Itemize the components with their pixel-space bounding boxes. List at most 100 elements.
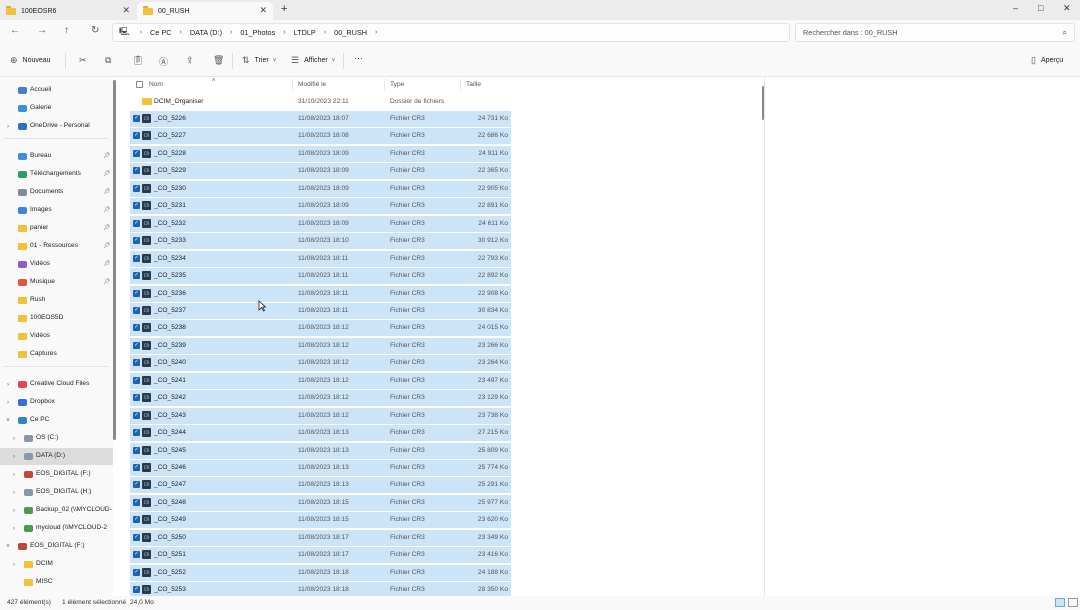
close-icon[interactable]: ✕ — [122, 5, 130, 16]
column-divider[interactable] — [292, 79, 293, 91]
table-row[interactable]: ✓ CR _CO_5239 11/08/2023 18:12 Fichier CR3 23… — [130, 337, 511, 354]
delete-button[interactable]: 🗑︎ — [213, 55, 229, 66]
close-icon[interactable]: ✕ — [259, 5, 267, 16]
checkbox[interactable]: ✓ — [133, 586, 140, 594]
search-input[interactable]: Rechercher dans : 00_RUSH ⌕ — [795, 23, 1075, 42]
checkbox[interactable]: ✓ — [133, 254, 140, 262]
checkbox[interactable]: ✓ — [133, 498, 140, 506]
tab-00-rush[interactable]: 00_RUSH ✕ — [137, 2, 273, 20]
checkbox[interactable]: ✓ — [133, 359, 140, 367]
checkbox[interactable]: ✓ — [133, 324, 140, 332]
table-row[interactable]: ✓ CR _CO_5232 11/08/2023 18:09 Fichier CR3 24… — [130, 215, 511, 232]
table-row[interactable]: ✓ CR _CO_5236 11/08/2023 18:11 Fichier CR3 22… — [130, 285, 511, 302]
address-bar[interactable]: 🖳 › Ce PC › DATA (D:) › 01_Photos › LTDL… — [112, 23, 790, 42]
sidebar-item[interactable]: › DATA (D:) — [0, 448, 113, 465]
new-button[interactable]: ⊕ Nouveau — [10, 55, 51, 66]
checkbox[interactable]: ✓ — [133, 376, 140, 384]
chevron-right-icon[interactable]: › — [4, 400, 12, 406]
table-row[interactable]: ✓ CR _CO_5231 11/08/2023 18:09 Fichier CR3 22… — [130, 198, 511, 215]
table-row[interactable]: ✓ CR _CO_5242 11/08/2023 18:12 Fichier CR3 23… — [130, 390, 511, 407]
table-row[interactable]: ✓ CR _CO_5249 11/08/2023 18:15 Fichier CR3 23… — [130, 512, 511, 529]
sort-button[interactable]: ⇅ Trier ˅ — [242, 55, 276, 66]
table-row[interactable]: ✓ CR _CO_5244 11/08/2023 18:13 Fichier CR3 27… — [130, 425, 511, 442]
checkbox[interactable]: ✓ — [133, 237, 140, 245]
table-row[interactable]: ✓ CR _CO_5245 11/08/2023 18:13 Fichier CR3 25… — [130, 442, 511, 459]
chevron-right-icon[interactable]: › — [4, 124, 12, 130]
column-divider[interactable] — [384, 79, 385, 91]
table-row[interactable]: ✓ CR _CO_5250 11/08/2023 18:17 Fichier CR3 23… — [130, 529, 511, 546]
table-row[interactable]: ✓ CR _CO_5228 11/08/2023 18:09 Fichier CR3 24… — [130, 145, 511, 162]
select-all-checkbox[interactable] — [136, 77, 143, 92]
chevron-right-icon[interactable]: › — [10, 490, 18, 496]
table-row[interactable]: ✓ CR _CO_5226 11/08/2023 18:07 Fichier CR3 24… — [130, 111, 511, 127]
table-row[interactable]: ✓ CR _CO_5252 11/08/2023 18:18 Fichier CR3 24… — [130, 564, 511, 581]
tab-100eosr6[interactable]: 100EOSR6 ✕ — [0, 2, 136, 20]
paste-button[interactable]: 📋︎ — [132, 55, 148, 66]
chevron-right-icon[interactable]: › — [10, 508, 18, 514]
checkbox[interactable]: ✓ — [133, 115, 140, 122]
details-view-button[interactable] — [1055, 598, 1065, 607]
checkbox[interactable]: ✓ — [133, 533, 140, 541]
column-header-type[interactable]: Type — [390, 77, 404, 92]
sidebar-item[interactable]: › Dropbox — [0, 394, 113, 411]
checkbox[interactable]: ✓ — [133, 481, 140, 489]
breadcrumb-00-rush[interactable]: 00_RUSH — [334, 28, 367, 37]
preview-button[interactable]: ▯ Aperçu — [1031, 55, 1063, 66]
checkbox[interactable]: ✓ — [133, 289, 140, 297]
column-header-name[interactable]: Nom — [149, 77, 163, 92]
checkbox[interactable]: ✓ — [133, 272, 140, 280]
copy-button[interactable]: ⧉ — [105, 55, 116, 66]
table-row[interactable]: ✓ CR _CO_5246 11/08/2023 18:13 Fichier CR3 25… — [130, 460, 511, 476]
chevron-right-icon[interactable]: › — [10, 436, 18, 442]
sidebar-item[interactable]: › Backup_02 (\\MYCLOUD- — [0, 502, 113, 519]
checkbox[interactable]: ✓ — [133, 464, 140, 471]
checkbox[interactable]: ✓ — [133, 202, 140, 210]
breadcrumb-ce-pc[interactable]: Ce PC — [150, 28, 172, 37]
sidebar-scrollbar[interactable] — [113, 80, 116, 440]
sidebar-item[interactable]: Rush — [0, 292, 113, 309]
sidebar-item[interactable]: 01 - Ressources 📌︎ — [0, 238, 113, 255]
sidebar-item[interactable]: Accueil — [0, 82, 113, 99]
sidebar-item[interactable]: › Creative Cloud Files — [0, 376, 113, 393]
table-row[interactable]: ✓ CR _CO_5233 11/08/2023 18:10 Fichier CR3 30… — [130, 233, 511, 250]
checkbox[interactable]: ✓ — [133, 341, 140, 349]
table-row[interactable]: ✓ CR _CO_5235 11/08/2023 18:11 Fichier CR3 22… — [130, 268, 511, 285]
new-tab-button[interactable]: + — [281, 3, 287, 15]
table-row[interactable]: ✓ CR _CO_5253 11/08/2023 18:18 Fichier CR3 28… — [130, 582, 511, 596]
breadcrumb-ltdlp[interactable]: LTDLP — [294, 28, 316, 37]
column-header-size[interactable]: Taille — [466, 77, 481, 92]
more-options-button[interactable]: ··· — [354, 53, 363, 63]
sidebar-item[interactable]: MISC — [0, 574, 113, 591]
checkbox[interactable]: ✓ — [133, 551, 140, 559]
checkbox[interactable]: ✓ — [133, 132, 140, 140]
table-row[interactable]: ✓ CR _CO_5230 11/08/2023 18:09 Fichier CR3 22… — [130, 180, 511, 197]
sidebar-item[interactable]: Musique 📌︎ — [0, 274, 113, 291]
share-button[interactable]: ⇪ — [186, 55, 199, 66]
sidebar-item[interactable]: Bureau 📌︎ — [0, 148, 113, 165]
checkbox[interactable]: ✓ — [133, 219, 140, 227]
chevron-right-icon[interactable]: › — [10, 526, 18, 532]
sidebar-item[interactable]: › mycloud (\\MYCLOUD-2 — [0, 520, 113, 537]
checkbox[interactable]: ✓ — [133, 516, 140, 524]
refresh-button[interactable]: ↻ — [91, 25, 99, 36]
sidebar-item[interactable]: › OS (C:) — [0, 430, 113, 447]
sidebar-item[interactable]: Images 📌︎ — [0, 202, 113, 219]
table-row[interactable]: ✓ CR _CO_5238 11/08/2023 18:12 Fichier CR3 24… — [130, 320, 511, 337]
checkbox[interactable]: ✓ — [133, 429, 140, 437]
chevron-right-icon[interactable]: › — [10, 454, 18, 460]
sidebar-item[interactable]: Captures — [0, 346, 113, 363]
forward-button[interactable]: → — [37, 25, 47, 36]
sidebar-item[interactable]: ˅ Ce PC — [0, 412, 113, 429]
column-divider[interactable] — [460, 79, 461, 91]
chevron-down-icon[interactable]: ˅ — [4, 544, 12, 550]
checkbox[interactable]: ✓ — [133, 167, 140, 175]
sidebar-item[interactable]: 100EOS5D — [0, 310, 113, 327]
table-row[interactable]: ✓ CR _CO_5241 11/08/2023 18:12 Fichier CR3 23… — [130, 372, 511, 389]
maximize-button[interactable]: □ — [1038, 3, 1043, 13]
breadcrumb-data-d[interactable]: DATA (D:) — [190, 28, 222, 37]
checkbox[interactable]: ✓ — [133, 446, 140, 454]
table-row[interactable]: ✓ CR _CO_5243 11/08/2023 18:12 Fichier CR3 23… — [130, 407, 511, 424]
sidebar-item[interactable]: Vidéos — [0, 328, 113, 345]
sidebar-item[interactable]: Vidéos 📌︎ — [0, 256, 113, 273]
checkbox[interactable]: ✓ — [133, 306, 140, 314]
